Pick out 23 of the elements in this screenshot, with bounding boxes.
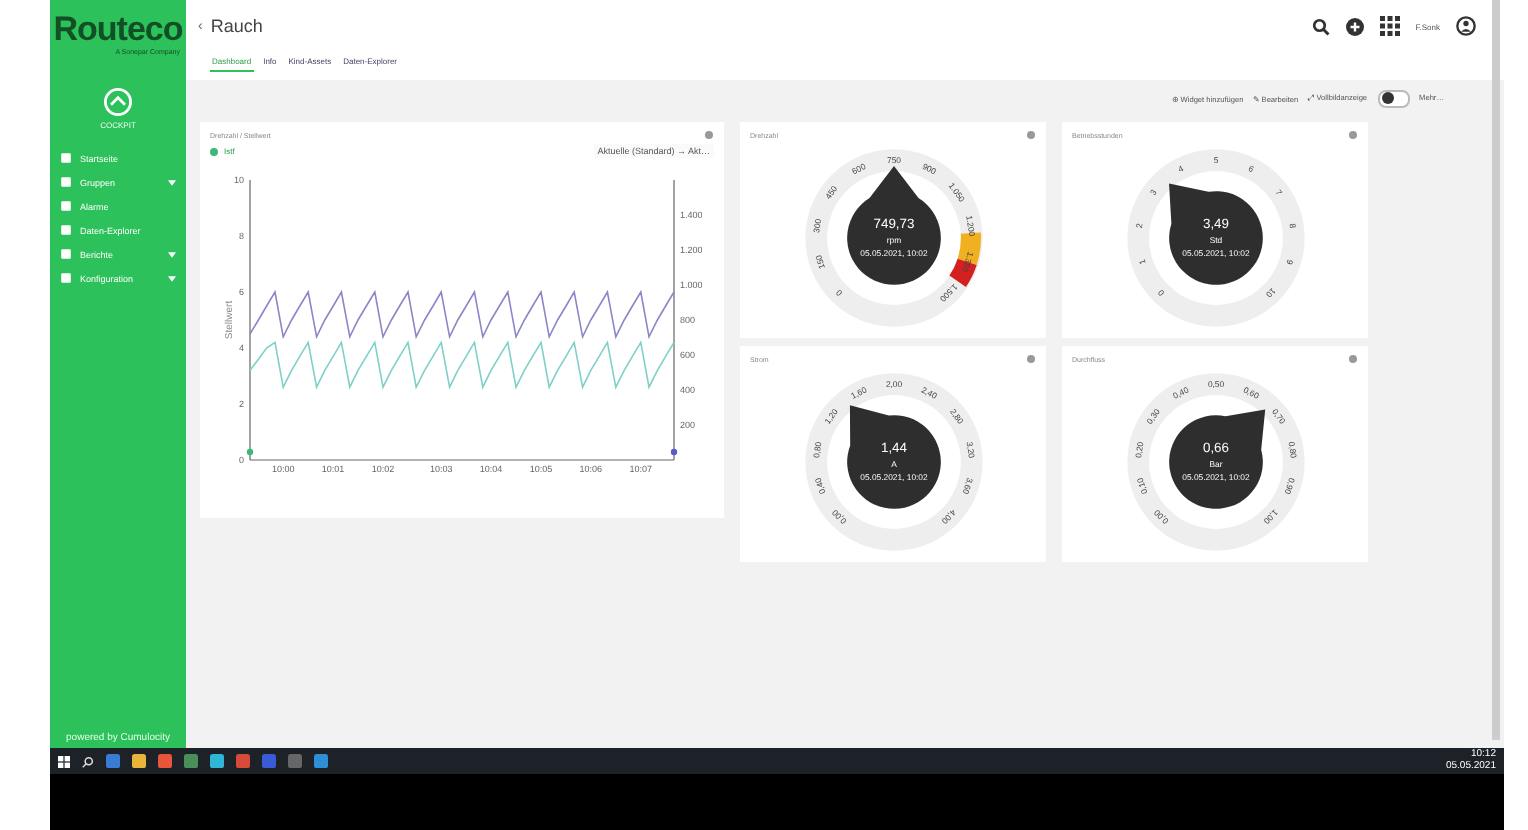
legend-dot (210, 147, 218, 155)
gauge-pointer (1168, 409, 1265, 509)
scrollbar[interactable] (1492, 0, 1500, 740)
dashboard-icon (104, 88, 132, 116)
add-icon[interactable] (1345, 17, 1364, 35)
settings-icon[interactable] (704, 130, 714, 140)
settings-icon[interactable] (1026, 130, 1036, 140)
range-handle[interactable] (670, 448, 678, 456)
settings-icon[interactable] (1348, 130, 1358, 140)
page-title: Rauch (210, 16, 263, 36)
search-icon[interactable] (1311, 17, 1330, 35)
settings-icon[interactable] (1348, 354, 1358, 364)
settings-icon[interactable] (1026, 354, 1036, 364)
search-icon[interactable] (82, 755, 94, 767)
user-icon[interactable] (1456, 16, 1476, 36)
range-handle[interactable] (246, 448, 254, 456)
apps-icon[interactable] (1379, 16, 1400, 36)
logo: Routeco (51, 10, 185, 48)
toggle-switch[interactable] (1377, 89, 1410, 107)
gauge-pointer (846, 166, 940, 285)
gauge-pointer (1168, 183, 1262, 285)
gauge-pointer (846, 405, 940, 509)
windows-icon[interactable] (58, 755, 70, 767)
